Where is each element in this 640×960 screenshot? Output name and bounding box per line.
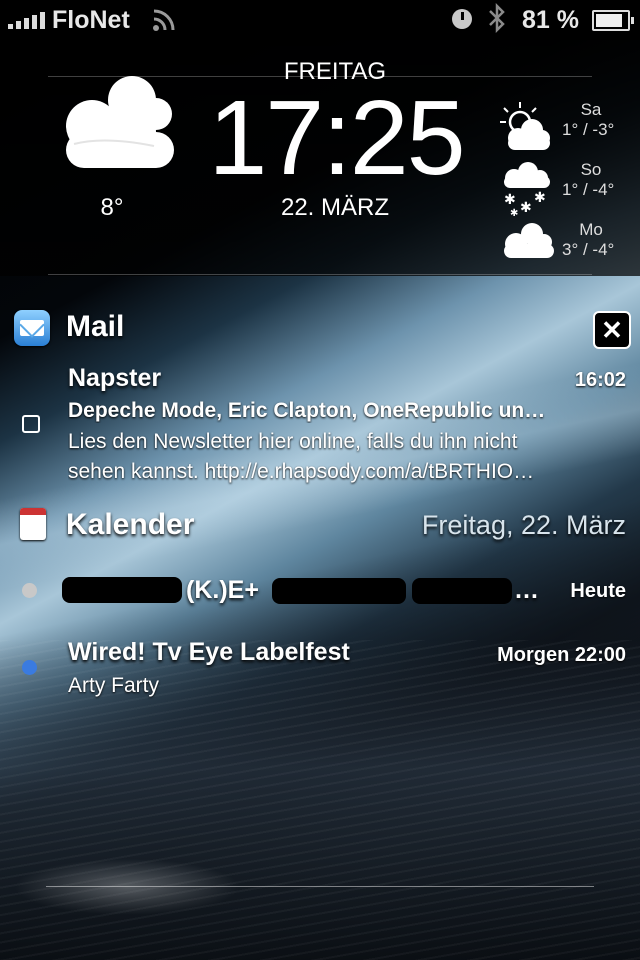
battery-percentage: 81 % [522, 6, 579, 34]
mail-sender: Napster [68, 364, 162, 392]
event-title: Wired! Tv Eye Labelfest [68, 638, 350, 666]
mail-time: 16:02 [574, 369, 626, 391]
clock-time: 17:25 [208, 79, 465, 197]
redacted-text [272, 578, 406, 604]
date-label: 22. MÄRZ [280, 194, 390, 221]
forecast-day-label: So [580, 160, 602, 179]
event-when: Heute [570, 580, 626, 602]
clock-icon [452, 9, 472, 29]
unread-checkbox-icon[interactable] [22, 415, 40, 433]
svg-text:✱: ✱ [510, 208, 518, 216]
calendar-app-icon[interactable] [20, 508, 46, 540]
divider [46, 886, 594, 887]
event-title-visible: (K.)E+ [186, 576, 259, 604]
forecast-day: Sa 1° / -3° [498, 100, 638, 160]
forecast-day: ✱ ✱ ✱ ✱ So 1° / -4° [498, 160, 638, 220]
svg-text:✱: ✱ [504, 192, 516, 208]
calendar-section-title[interactable]: Kalender [66, 508, 194, 542]
carrier-name: FloNet [52, 6, 130, 34]
forecast-temps: 1° / -4° [562, 180, 615, 199]
mail-app-icon[interactable] [14, 310, 50, 346]
status-bar: FloNet 81 % [0, 0, 640, 40]
bluetooth-icon [487, 2, 507, 40]
close-button[interactable]: ✕ [593, 311, 631, 349]
partly-sunny-icon [500, 102, 550, 150]
event-location: Arty Farty [68, 671, 616, 701]
current-temperature: 8° [100, 194, 124, 221]
cloudy-icon [66, 76, 174, 168]
event-status-dot [22, 583, 37, 598]
forecast-day-label: Sa [580, 100, 602, 119]
mail-subject: Depeche Mode, Eric Clapton, OneRepublic … [68, 399, 546, 422]
wifi-icon [152, 8, 176, 39]
svg-text:✱: ✱ [534, 190, 546, 206]
forecast-day: Mo 3° / -4° [498, 220, 638, 280]
battery-icon [592, 10, 634, 31]
mail-preview-line: sehen kannst. http://e.rhapsody.com/a/tB… [68, 460, 535, 483]
forecast-day-label: Mo [579, 220, 603, 239]
mail-preview: Lies den Newsletter hier online, falls d… [68, 427, 616, 487]
redacted-text [62, 577, 182, 603]
snow-icon: ✱ ✱✱✱ [504, 162, 550, 216]
signal-icon [8, 12, 45, 29]
event-status-dot [22, 660, 37, 675]
forecast-temps: 3° / -4° [562, 240, 615, 259]
mail-preview-line: Lies den Newsletter hier online, falls d… [68, 430, 518, 453]
calendar-date-label: Freitag, 22. März [421, 510, 626, 540]
cloudy-icon [504, 223, 554, 258]
redacted-text [412, 578, 512, 604]
mail-section-title[interactable]: Mail [66, 310, 124, 344]
event-location-text: Arty Farty [68, 674, 160, 697]
svg-text:✱: ✱ [520, 200, 532, 216]
event-when: Morgen 22:00 [497, 644, 626, 666]
event-title-ellipsis: … [514, 576, 539, 604]
forecast-temps: 1° / -3° [562, 120, 615, 139]
